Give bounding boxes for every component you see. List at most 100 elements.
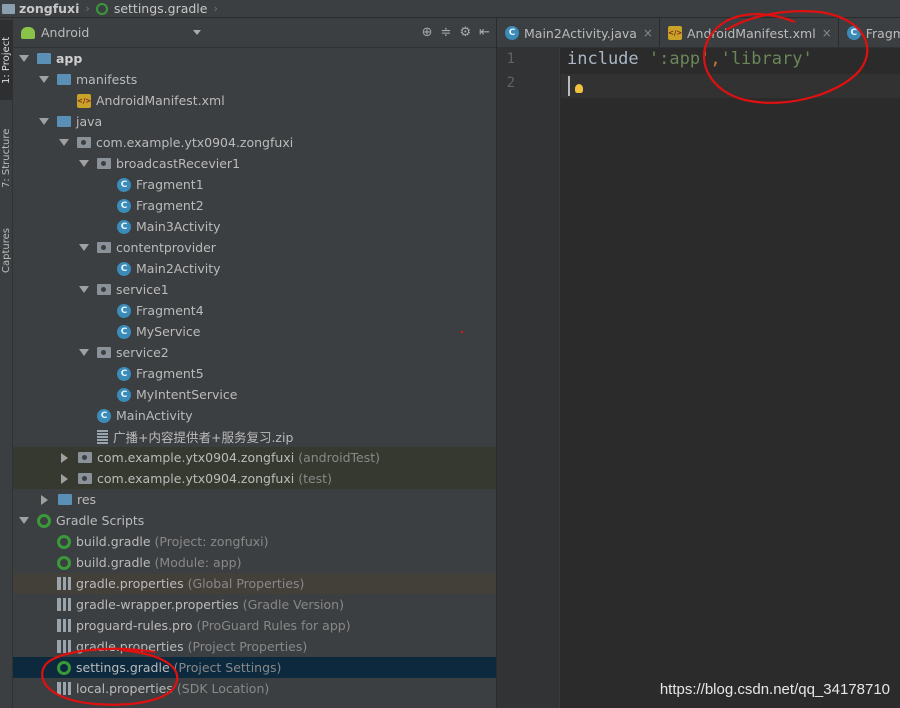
- tree-item[interactable]: com.example.ytx0904.zongfuxi: [13, 132, 496, 153]
- tree-item-label: Main2Activity: [136, 261, 221, 276]
- tree-item[interactable]: C Fragment5: [13, 363, 496, 384]
- chevron-right-icon: ›: [85, 2, 90, 15]
- editor-tab[interactable]: C Main2Activity.java ×: [497, 18, 660, 47]
- close-icon[interactable]: ×: [643, 26, 653, 40]
- expand-arrow-icon[interactable]: [19, 55, 29, 62]
- folder-blue-icon: [57, 74, 71, 85]
- android-icon: [21, 26, 35, 39]
- folder-icon: [2, 3, 15, 14]
- expand-arrow-icon[interactable]: [59, 139, 69, 146]
- tree-item[interactable]: app: [13, 48, 496, 69]
- gradle-icon: [57, 555, 71, 570]
- view-mode-select[interactable]: Android: [41, 25, 89, 40]
- class-c-icon: C: [117, 303, 131, 318]
- expand-arrow-icon[interactable]: [79, 244, 89, 251]
- class-c-icon: C: [117, 366, 131, 381]
- tree-item[interactable]: java: [13, 111, 496, 132]
- code-comma: ,: [710, 49, 721, 69]
- line-number: 1: [506, 51, 515, 67]
- tree-item[interactable]: contentprovider: [13, 237, 496, 258]
- tree-item-hint: (Project Properties): [187, 639, 308, 654]
- expand-arrow-icon[interactable]: [39, 76, 49, 83]
- tree-item-label: Fragment4: [136, 303, 204, 318]
- expand-arrow-icon[interactable]: [79, 160, 89, 167]
- xml-icon: </>: [77, 93, 91, 108]
- tree-item[interactable]: C MyIntentService: [13, 384, 496, 405]
- tree-item[interactable]: C Fragment1: [13, 174, 496, 195]
- tree-item-label: contentprovider: [116, 240, 216, 255]
- props-icon: [57, 682, 71, 695]
- captures-tool-tab[interactable]: Captures: [0, 216, 13, 286]
- editor-tab-label: AndroidManifest.xml: [686, 25, 816, 41]
- breadcrumb-file[interactable]: settings.gradle: [95, 1, 207, 16]
- hide-panel-icon[interactable]: ⇤: [479, 25, 490, 40]
- class-c-icon: C: [846, 26, 861, 40]
- tree-item-label: service1: [116, 282, 169, 297]
- tree-item-label: build.gradle: [76, 555, 151, 570]
- tree-item[interactable]: C MyService: [13, 321, 496, 342]
- gear-icon[interactable]: ⚙: [459, 25, 471, 40]
- editor-tab[interactable]: </> AndroidManifest.xml ×: [660, 18, 839, 47]
- collapse-all-icon[interactable]: ≑: [441, 25, 452, 40]
- expand-arrow-icon[interactable]: [79, 349, 89, 356]
- editor-tab-label: Fragment: [865, 25, 900, 41]
- tree-item-label: manifests: [76, 72, 138, 87]
- chevron-down-icon[interactable]: [193, 30, 201, 35]
- breadcrumb-project[interactable]: zongfuxi: [2, 1, 79, 16]
- folder-gray-icon: [97, 284, 111, 295]
- tree-item[interactable]: settings.gradle (Project Settings): [13, 657, 496, 678]
- expand-arrow-icon[interactable]: [39, 118, 49, 125]
- tree-item-hint: (test): [298, 471, 332, 486]
- tree-item-label: MyService: [136, 324, 201, 339]
- editor-gutter: 1 2: [497, 48, 560, 708]
- collapse-arrow-icon[interactable]: [61, 473, 68, 484]
- project-panel-header: Android ⊕ ≑ ⚙ ⇤: [13, 18, 496, 48]
- lightbulb-icon[interactable]: [575, 84, 583, 93]
- target-icon[interactable]: ⊕: [422, 25, 433, 40]
- structure-tool-tab[interactable]: 7: Structure: [0, 118, 13, 198]
- tree-item[interactable]: C Main3Activity: [13, 216, 496, 237]
- current-line-highlight: [561, 74, 900, 98]
- tree-item-hint: (ProGuard Rules for app): [196, 618, 351, 633]
- tree-item[interactable]: C Fragment4: [13, 300, 496, 321]
- tree-item[interactable]: local.properties (SDK Location): [13, 678, 496, 699]
- collapse-arrow-icon[interactable]: [41, 494, 48, 505]
- tree-item-label: build.gradle: [76, 534, 151, 549]
- tree-item[interactable]: broadcastRecevier1: [13, 153, 496, 174]
- code-line-1[interactable]: include ':app','library': [567, 49, 813, 69]
- class-c-icon: C: [117, 198, 131, 213]
- expand-arrow-icon[interactable]: [19, 517, 29, 524]
- tree-item[interactable]: gradle-wrapper.properties (Gradle Version…: [13, 594, 496, 615]
- tree-item[interactable]: service1: [13, 279, 496, 300]
- tree-item-label: Fragment5: [136, 366, 204, 381]
- collapse-arrow-icon[interactable]: [61, 452, 68, 463]
- tree-item[interactable]: com.example.ytx0904.zongfuxi (test): [13, 468, 496, 489]
- tree-item[interactable]: build.gradle (Module: app): [13, 552, 496, 573]
- tree-item[interactable]: C MainActivity: [13, 405, 496, 426]
- tree-item[interactable]: service2: [13, 342, 496, 363]
- editor-tab[interactable]: C Fragment: [839, 18, 900, 47]
- tree-item[interactable]: com.example.ytx0904.zongfuxi (androidTest…: [13, 447, 496, 468]
- close-icon[interactable]: ×: [822, 26, 832, 40]
- tree-item[interactable]: proguard-rules.pro (ProGuard Rules for ap…: [13, 615, 496, 636]
- tree-item[interactable]: gradle.properties (Global Properties): [13, 573, 496, 594]
- tree-item-label: com.example.ytx0904.zongfuxi: [96, 135, 294, 150]
- class-c-icon: C: [117, 177, 131, 192]
- tree-item[interactable]: gradle.properties (Project Properties): [13, 636, 496, 657]
- tree-item[interactable]: manifests: [13, 69, 496, 90]
- expand-arrow-icon[interactable]: [79, 286, 89, 293]
- tree-item[interactable]: C Main2Activity: [13, 258, 496, 279]
- tree-item[interactable]: build.gradle (Project: zongfuxi): [13, 531, 496, 552]
- tree-item[interactable]: res: [13, 489, 496, 510]
- zip-icon: [97, 429, 108, 444]
- tree-item[interactable]: Gradle Scripts: [13, 510, 496, 531]
- tree-item[interactable]: C Fragment2: [13, 195, 496, 216]
- project-tool-tab[interactable]: 1: Project: [0, 20, 13, 100]
- tree-item[interactable]: </> AndroidManifest.xml: [13, 90, 496, 111]
- code-editor[interactable]: include ':app','library': [561, 48, 900, 708]
- class-c-icon: C: [117, 261, 131, 276]
- tree-item[interactable]: 广播+内容提供者+服务复习.zip: [13, 426, 496, 447]
- editor-tab-label: Main2Activity.java: [524, 25, 637, 41]
- folder-blue-icon: [58, 494, 72, 505]
- folder-blue-icon: [57, 116, 71, 127]
